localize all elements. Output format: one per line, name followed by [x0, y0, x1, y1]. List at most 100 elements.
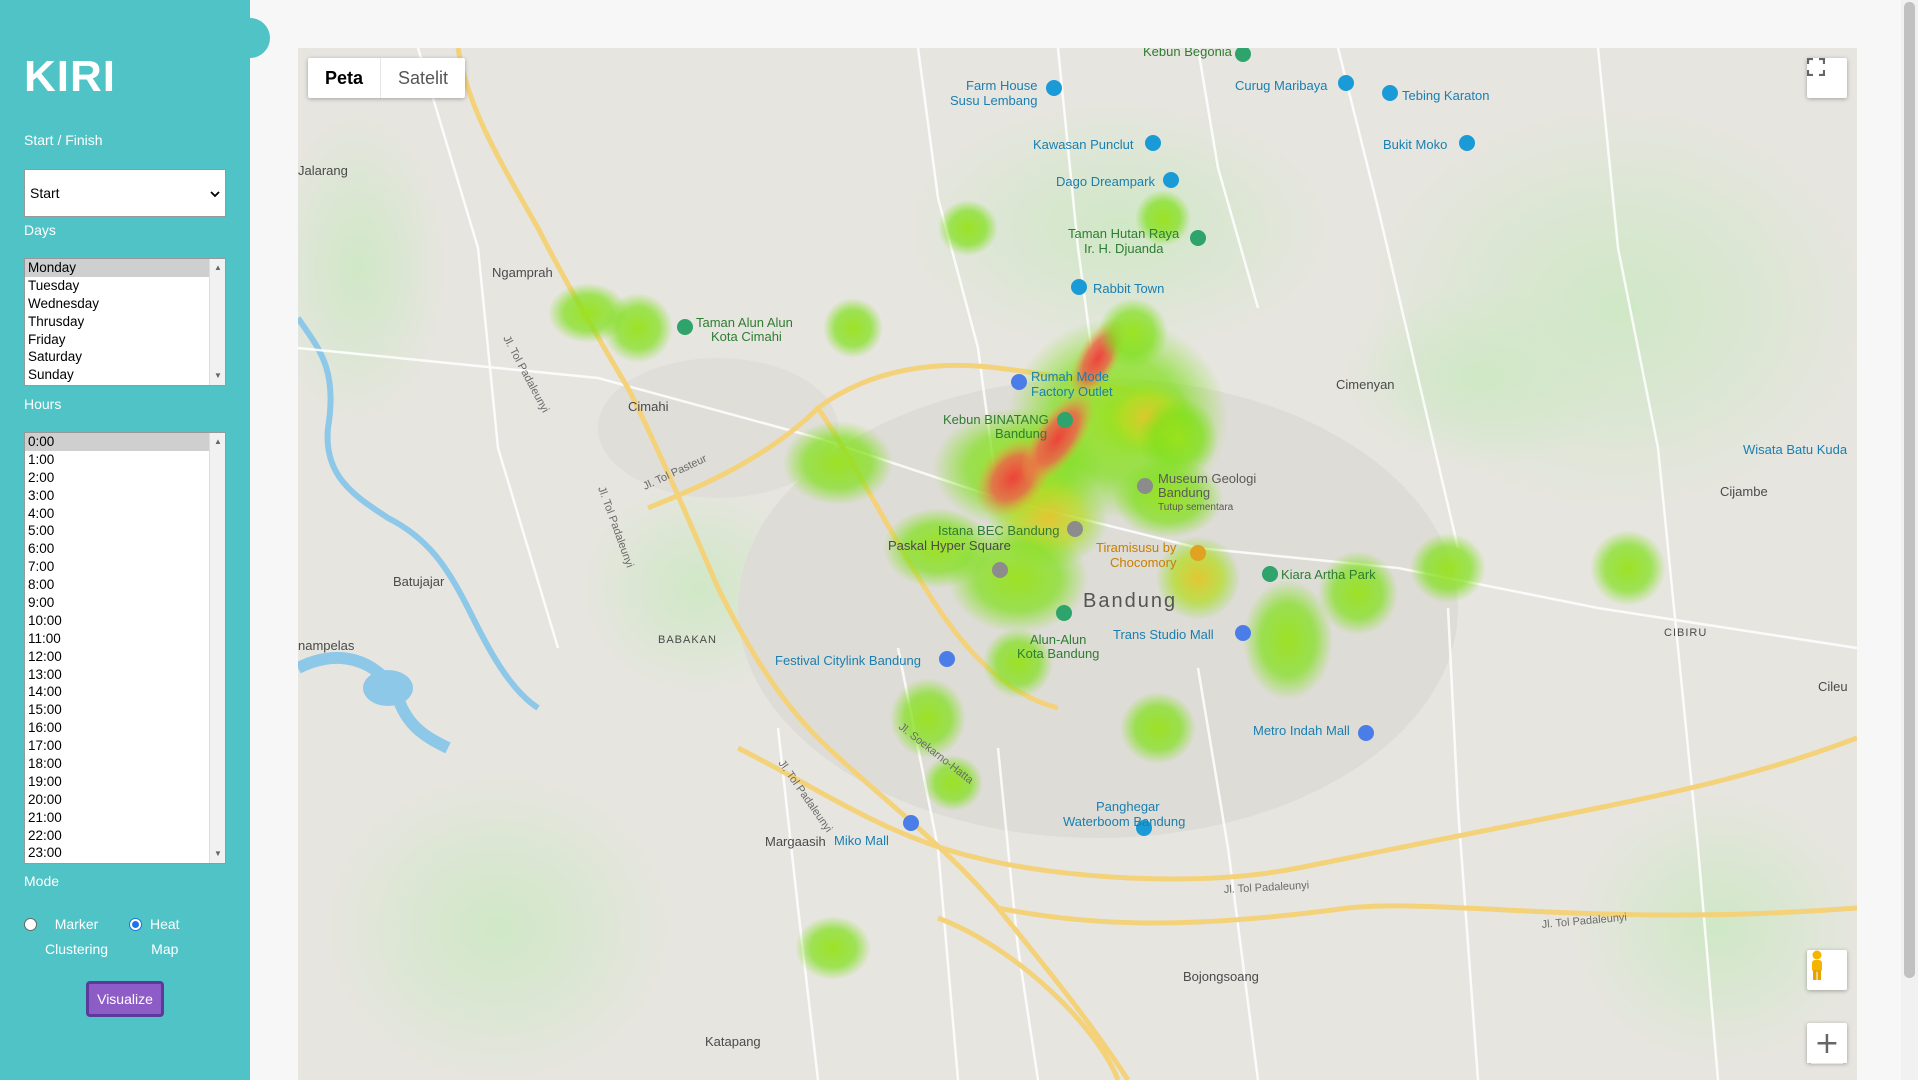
place-label: Waterboom Bandung: [1063, 814, 1185, 829]
hour-option[interactable]: 6:00: [25, 540, 225, 558]
food-marker-icon[interactable]: [1190, 545, 1206, 561]
shopping-marker-icon[interactable]: [903, 815, 919, 831]
hour-option[interactable]: 3:00: [25, 487, 225, 505]
landmark-marker-icon[interactable]: [1056, 605, 1072, 621]
scroll-up-icon[interactable]: ▲: [210, 261, 225, 275]
attraction-marker-icon[interactable]: [1071, 279, 1087, 295]
marker-clustering-label: Marker Clustering: [45, 912, 108, 962]
attraction-marker-icon[interactable]: [1459, 135, 1475, 151]
attraction-marker-icon[interactable]: [1163, 172, 1179, 188]
visualize-button[interactable]: Visualize: [86, 981, 164, 1017]
days-scrollbar[interactable]: ▲ ▼: [209, 259, 225, 385]
hours-scrollbar[interactable]: ▲ ▼: [209, 433, 225, 863]
place-label: Bukit Moko: [1383, 137, 1447, 152]
attraction-marker-icon[interactable]: [1338, 75, 1354, 91]
shopping-marker-icon[interactable]: [1067, 521, 1083, 537]
street-view-pegman-button[interactable]: [1807, 950, 1847, 990]
hour-option[interactable]: 21:00: [25, 809, 225, 827]
place-label: Tebing Karaton: [1402, 88, 1489, 103]
hour-option[interactable]: 19:00: [25, 773, 225, 791]
park-marker-icon[interactable]: [1235, 48, 1251, 62]
zoom-in-button[interactable]: +: [1807, 1023, 1847, 1063]
place-label: Rumah Mode: [1031, 369, 1109, 384]
place-label: BABAKAN: [658, 634, 717, 646]
place-label: Batujajar: [393, 574, 445, 589]
place-label: nampelas: [298, 638, 355, 653]
hour-option[interactable]: 0:00: [25, 433, 225, 451]
hour-option[interactable]: 9:00: [25, 594, 225, 612]
place-label: Susu Lembang: [950, 93, 1037, 108]
day-option[interactable]: Sunday: [25, 366, 225, 384]
radio-button-checked-icon[interactable]: [129, 918, 142, 931]
river: [298, 652, 451, 754]
hour-option[interactable]: 8:00: [25, 576, 225, 594]
hour-option[interactable]: 4:00: [25, 505, 225, 523]
park-marker-icon[interactable]: [677, 319, 693, 335]
attraction-marker-icon[interactable]: [1046, 80, 1062, 96]
page-scrollbar[interactable]: [1901, 0, 1918, 1080]
hour-option[interactable]: 5:00: [25, 522, 225, 540]
radio-button-icon[interactable]: [24, 918, 37, 931]
museum-marker-icon[interactable]: [1137, 478, 1153, 494]
days-listbox[interactable]: Monday Tuesday Wednesday Thrusday Friday…: [24, 258, 226, 386]
shopping-marker-icon[interactable]: [1011, 374, 1027, 390]
scroll-down-icon[interactable]: ▼: [210, 369, 225, 383]
place-label: Tutup sementara: [1158, 502, 1234, 513]
attraction-marker-icon[interactable]: [1382, 85, 1398, 101]
mode-radio-group: Marker Clustering Heat Map: [24, 912, 234, 962]
scroll-up-icon[interactable]: ▲: [210, 435, 225, 449]
shopping-marker-icon[interactable]: [1235, 625, 1251, 641]
day-option[interactable]: Tuesday: [25, 277, 225, 295]
hour-option[interactable]: 20:00: [25, 791, 225, 809]
place-label: Kebun BINATANG: [943, 412, 1049, 427]
hour-option[interactable]: 22:00: [25, 827, 225, 845]
hour-option[interactable]: 15:00: [25, 701, 225, 719]
place-label: Taman Hutan Raya: [1068, 226, 1180, 241]
day-option[interactable]: Thrusday: [25, 313, 225, 331]
hour-option[interactable]: 23:00: [25, 844, 225, 862]
hour-option[interactable]: 1:00: [25, 451, 225, 469]
road-label: Jl. Tol Padaleunyi: [500, 334, 551, 415]
map-canvas[interactable]: Kebun Begonia Farm House Susu Lembang Cu…: [298, 48, 1857, 1080]
zoo-marker-icon[interactable]: [1057, 412, 1073, 428]
page-scrollbar-thumb[interactable]: [1904, 2, 1915, 978]
hours-listbox[interactable]: 0:00 1:00 2:00 3:00 4:00 5:00 6:00 7:00 …: [24, 432, 226, 864]
hour-option[interactable]: 11:00: [25, 630, 225, 648]
day-option[interactable]: Monday: [25, 259, 225, 277]
park-marker-icon[interactable]: [1262, 566, 1278, 582]
chevron-down-icon: [210, 185, 220, 201]
place-label: Ir. H. Djuanda: [1084, 241, 1164, 256]
scroll-down-icon[interactable]: ▼: [210, 847, 225, 861]
day-option[interactable]: Saturday: [25, 348, 225, 366]
hour-option[interactable]: 13:00: [25, 666, 225, 684]
shopping-marker-icon[interactable]: [939, 651, 955, 667]
map-type-satelit-button[interactable]: Satelit: [381, 58, 465, 98]
place-label: Festival Citylink Bandung: [775, 653, 921, 668]
attraction-marker-icon[interactable]: [1145, 135, 1161, 151]
hour-option[interactable]: 17:00: [25, 737, 225, 755]
start-finish-select[interactable]: Start: [24, 169, 226, 217]
hour-option[interactable]: 18:00: [25, 755, 225, 773]
day-option[interactable]: Wednesday: [25, 295, 225, 313]
place-label: Kiara Artha Park: [1281, 567, 1376, 582]
day-option[interactable]: Friday: [25, 331, 225, 349]
zoom-divider: [1811, 1063, 1843, 1064]
hour-option[interactable]: 12:00: [25, 648, 225, 666]
hour-option[interactable]: 2:00: [25, 469, 225, 487]
mode-label-line: Map: [151, 941, 179, 957]
place-label: Bojongsoang: [1183, 969, 1259, 984]
map-type-peta-button[interactable]: Peta: [308, 58, 380, 98]
road-label: Jl. Tol Padaleunyi: [1224, 880, 1310, 896]
hour-option[interactable]: 7:00: [25, 558, 225, 576]
hour-option[interactable]: 14:00: [25, 683, 225, 701]
park-marker-icon[interactable]: [1190, 230, 1206, 246]
hour-option[interactable]: 10:00: [25, 612, 225, 630]
fullscreen-button[interactable]: [1807, 58, 1847, 98]
sidebar-toggle-tab[interactable]: [230, 18, 270, 58]
place-label: Chocomory: [1110, 555, 1177, 570]
shopping-marker-icon[interactable]: [1358, 725, 1374, 741]
marker-clustering-radio[interactable]: Marker Clustering: [24, 912, 129, 962]
hour-option[interactable]: 16:00: [25, 719, 225, 737]
heat-map-radio[interactable]: Heat Map: [129, 912, 234, 962]
place-marker-icon[interactable]: [992, 562, 1008, 578]
